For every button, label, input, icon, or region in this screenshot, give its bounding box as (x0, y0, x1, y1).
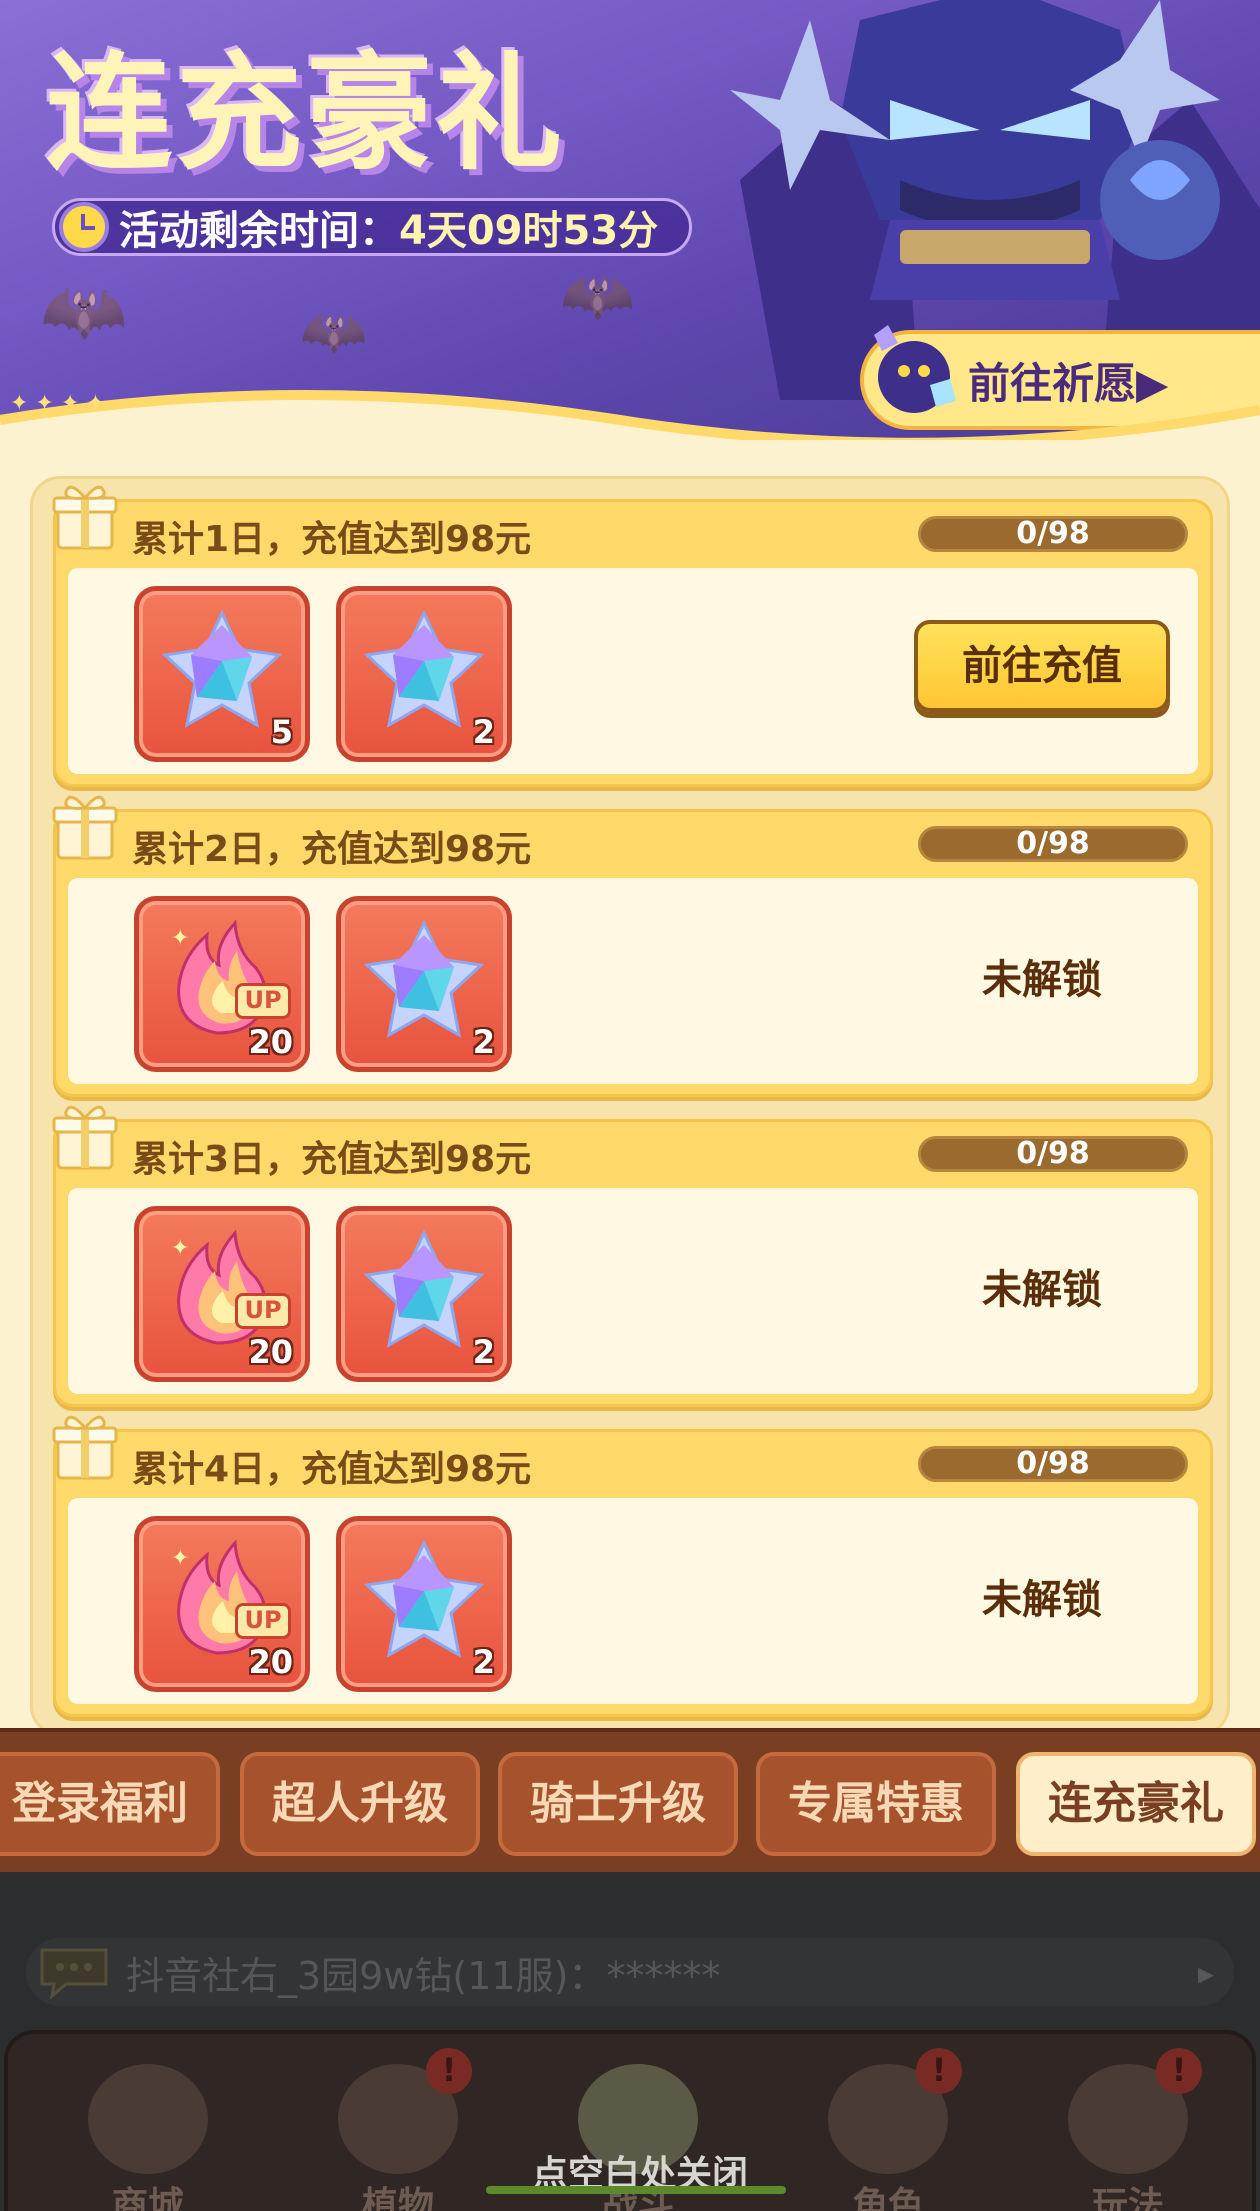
gift-box-icon (52, 1415, 118, 1480)
nav-label: 玩法 (1091, 2185, 1164, 2211)
nav-label: 商城 (111, 2185, 184, 2211)
tab-login-bonus[interactable]: 登录福利 (0, 1752, 220, 1856)
tier-rewards: ✦ UP 20 2 未解锁 (68, 878, 1198, 1084)
reward-item[interactable]: 2 (336, 586, 512, 762)
reward-item[interactable]: ✦ UP 20 (134, 1516, 310, 1692)
reward-item[interactable]: 2 (336, 896, 512, 1072)
bat-decoration-icon: 🦇 (40, 270, 128, 352)
chat-bubble-icon (40, 1948, 108, 2000)
tab-exclusive-offer[interactable]: 专属特惠 (756, 1752, 996, 1856)
reward-quantity: 20 (248, 1023, 293, 1061)
svg-text:✦: ✦ (171, 1236, 189, 1261)
nav-plant[interactable]: ! 植物 (298, 2044, 498, 2211)
chat-message: 抖音社右_3园9w钻(11服)：****** (126, 1953, 721, 1998)
shop-icon (88, 2064, 208, 2174)
close-hint-underline (486, 2186, 786, 2194)
tier-title: 累计1日，充值达到98元 (132, 519, 532, 560)
bat-decoration-icon: 🦇 (560, 261, 635, 331)
reward-tier-card: 累计4日，充值达到98元 0/98 ✦ UP 20 2 未解锁 (52, 1415, 1213, 1717)
reward-list-panel[interactable]: 累计1日，充值达到98元 0/98 5 2 前往充值 累计2日，充值达到98元 … (0, 440, 1260, 1728)
timer-value: 4天09时53分 (399, 208, 659, 254)
notification-badge: ! (1156, 2048, 1202, 2094)
tier-progress: 0/98 (918, 826, 1188, 862)
reward-quantity: 2 (472, 1333, 495, 1371)
up-badge: UP (235, 1293, 291, 1329)
tier-rewards: ✦ UP 20 2 未解锁 (68, 1188, 1198, 1394)
reward-quantity: 2 (472, 1023, 495, 1061)
nav-gameplay[interactable]: ! 玩法 (1028, 2044, 1228, 2211)
reward-list: 累计1日，充值达到98元 0/98 5 2 前往充值 累计2日，充值达到98元 … (30, 476, 1230, 1728)
nav-label: 角色 (851, 2185, 924, 2211)
tab-superhero-upgrade[interactable]: 超人升级 (240, 1752, 480, 1856)
tier-progress: 0/98 (918, 1446, 1188, 1482)
tier-progress: 0/98 (918, 1136, 1188, 1172)
reward-item[interactable]: ✦ UP 20 (134, 1206, 310, 1382)
tier-title: 累计2日，充值达到98元 (132, 829, 532, 870)
locked-status: 未解锁 (982, 1267, 1102, 1313)
timer-pill: 活动剩余时间：4天09时53分 (52, 198, 692, 256)
notification-badge: ! (916, 2048, 962, 2094)
reward-item[interactable]: 2 (336, 1516, 512, 1692)
gift-box-icon (52, 795, 118, 860)
timer-label: 活动剩余时间： (119, 208, 399, 254)
purple-star-crystal-icon (363, 1539, 485, 1658)
nav-character[interactable]: ! 角色 (788, 2044, 988, 2211)
event-tab-bar: 登录福利 超人升级 骑士升级 专属特惠 连充豪礼 (0, 1728, 1260, 1872)
reward-quantity: 20 (248, 1333, 293, 1371)
purple-star-crystal-icon (161, 609, 283, 728)
svg-text:✦: ✦ (171, 926, 189, 951)
go-recharge-button[interactable]: 前往充值 (914, 620, 1170, 712)
tier-title: 累计3日，充值达到98元 (132, 1139, 532, 1180)
gift-box-icon (52, 485, 118, 550)
tier-title: 累计4日，充值达到98元 (132, 1449, 532, 1490)
tier-rewards: ✦ UP 20 2 未解锁 (68, 1498, 1198, 1704)
gift-box-icon (52, 1105, 118, 1170)
chat-expand-icon[interactable]: ▸ (1198, 1954, 1214, 1992)
svg-text:✦: ✦ (171, 1546, 189, 1571)
reward-item[interactable]: 5 (134, 586, 310, 762)
purple-star-crystal-icon (363, 919, 485, 1038)
chat-bar[interactable]: 抖音社右_3园9w钻(11服)：****** ▸ (26, 1938, 1234, 2006)
event-title: 连充豪礼 (46, 40, 566, 187)
nav-label: 植物 (361, 2185, 434, 2211)
svg-text:✦ ✦ ✦ ✦: ✦ ✦ ✦ ✦ (10, 391, 105, 416)
notification-badge: ! (426, 2048, 472, 2094)
purple-star-crystal-icon (363, 1229, 485, 1348)
reward-quantity: 20 (248, 1643, 293, 1681)
clock-icon (59, 202, 109, 252)
reward-item[interactable]: ✦ UP 20 (134, 896, 310, 1072)
nav-shop[interactable]: 商城 (48, 2044, 248, 2211)
reward-quantity: 5 (270, 713, 293, 751)
reward-tier-card: 累计3日，充值达到98元 0/98 ✦ UP 20 2 未解锁 (52, 1105, 1213, 1407)
bat-decoration-icon: 🦇 (300, 300, 368, 363)
locked-status: 未解锁 (982, 957, 1102, 1003)
up-badge: UP (235, 1603, 291, 1639)
reward-tier-card: 累计2日，充值达到98元 0/98 ✦ UP 20 2 未解锁 (52, 795, 1213, 1097)
tab-consecutive-recharge[interactable]: 连充豪礼 (1016, 1752, 1256, 1856)
reward-quantity: 2 (472, 713, 495, 751)
purple-star-crystal-icon (363, 609, 485, 728)
tier-progress: 0/98 (918, 516, 1188, 552)
event-banner: 🦇 🦇 🦇 连充豪礼 活动剩余时间：4天09时53分 前往祈愿▶ ✦ ✦ ✦ ✦ (0, 0, 1260, 440)
banner-wave-divider: ✦ ✦ ✦ ✦ (0, 390, 1260, 440)
tier-rewards: 5 2 前往充值 (68, 568, 1198, 774)
locked-status: 未解锁 (982, 1577, 1102, 1623)
up-badge: UP (235, 983, 291, 1019)
tab-knight-upgrade[interactable]: 骑士升级 (498, 1752, 738, 1856)
reward-item[interactable]: 2 (336, 1206, 512, 1382)
reward-quantity: 2 (472, 1643, 495, 1681)
reward-tier-card: 累计1日，充值达到98元 0/98 5 2 前往充值 (52, 485, 1213, 787)
